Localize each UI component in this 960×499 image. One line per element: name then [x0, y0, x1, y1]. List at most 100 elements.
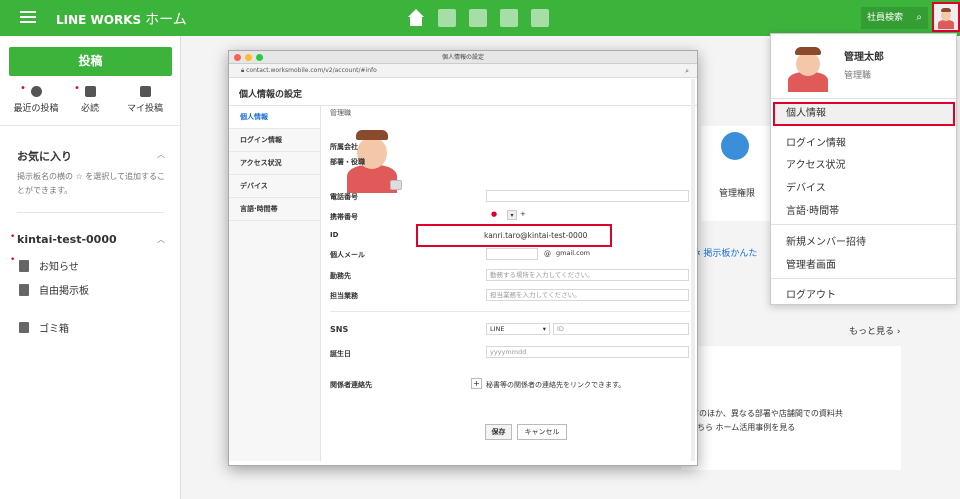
app-nav — [407, 9, 549, 27]
nav-language-timezone[interactable]: 言語·時間帯 — [229, 198, 320, 221]
quick-recent-label: 最近の投稿 — [13, 104, 59, 114]
avatar — [785, 44, 831, 92]
board-icon — [19, 283, 29, 296]
minimize-icon[interactable] — [245, 54, 252, 61]
sns-id-field[interactable]: ID — [553, 323, 689, 335]
contacts-icon[interactable] — [500, 9, 518, 27]
country-code-dropdown[interactable]: ▾ — [507, 210, 517, 220]
board-group-title[interactable]: kintai-test-0000 — [17, 233, 117, 246]
tips-link[interactable]: こちら ホーム活用事例を見る — [689, 422, 795, 433]
board-item-announcements[interactable]: お知らせ — [19, 258, 79, 273]
maximize-icon[interactable] — [256, 54, 263, 61]
email-domain-field[interactable]: gmail.com — [553, 248, 625, 260]
menu-item-device[interactable]: デバイス — [786, 179, 826, 194]
personal-email-local-field[interactable] — [486, 248, 538, 260]
divider — [330, 311, 690, 312]
favorites-description: 掲示板名の横の ☆ を選択して追加することができます。 — [17, 172, 166, 195]
menu-item-login-info[interactable]: ログイン情報 — [786, 134, 846, 149]
chevron-up-icon[interactable]: ︿ — [157, 234, 165, 245]
menu-item-access-status[interactable]: アクセス状況 — [786, 156, 846, 171]
settings-nav: 個人情報 ログイン情報 アクセス状況 デバイス 言語·時間帯 — [229, 106, 321, 461]
profile-settings-window: 個人情報の設定 🔒︎ contact.worksmobile.com/v2/ac… — [228, 50, 698, 466]
employee-search-button[interactable]: 社員検索 ⌕ — [861, 7, 928, 29]
trash-icon — [19, 322, 29, 333]
tips-text: 共有のほか、異なる部署や店舗間での資料共 — [683, 409, 843, 418]
home-icon[interactable] — [407, 9, 425, 27]
menu-icon[interactable] — [20, 11, 36, 23]
unread-dot: • — [10, 232, 16, 242]
related-contacts-label: 関係者連絡先 — [330, 381, 372, 389]
mobile-label: 携帯番号 — [330, 213, 358, 221]
chevron-up-icon[interactable]: ︿ — [157, 149, 165, 160]
cancel-button[interactable]: キャンセル — [517, 424, 567, 440]
birthday-field[interactable]: yyyymmdd — [486, 346, 689, 358]
menu-item-admin-console[interactable]: 管理者画面 — [786, 256, 836, 271]
avatar — [937, 7, 955, 29]
clock-icon — [30, 86, 42, 97]
my-icon — [139, 86, 151, 97]
phone-field[interactable] — [486, 190, 689, 202]
quick-recent[interactable]: • 最近の投稿 — [6, 83, 66, 114]
unread-dot: • — [20, 83, 26, 94]
employee-search-label: 社員検索 — [867, 13, 904, 23]
brand-logo[interactable]: LINE WORKS ホーム — [56, 9, 187, 29]
drive-icon[interactable] — [531, 9, 549, 27]
unread-dot: • — [74, 83, 80, 94]
post-button[interactable]: 投稿 — [9, 47, 172, 76]
unread-dot: • — [10, 255, 16, 265]
board-item-label: お知らせ — [39, 262, 79, 273]
sns-select[interactable]: LINE ▾ — [486, 323, 550, 335]
close-icon[interactable] — [234, 54, 241, 61]
dept-label: 部署・役職 — [330, 158, 365, 166]
menu-item-personal-info[interactable]: 個人情報 — [773, 102, 955, 126]
board-guide-link[interactable]: ✲ 掲示板かんた — [693, 246, 757, 259]
birthday-label: 誕生日 — [330, 350, 351, 358]
admin-card[interactable]: 管理権限 — [701, 126, 775, 221]
address-bar[interactable]: 🔒︎ contact.worksmobile.com/v2/account/#i… — [229, 64, 697, 78]
more-link[interactable]: もっと見る › — [849, 324, 900, 337]
nav-access-status[interactable]: アクセス状況 — [229, 152, 320, 175]
board-icon — [19, 259, 29, 272]
divider — [771, 98, 956, 99]
add-related-contact-button[interactable]: + — [471, 378, 482, 389]
profile-avatar-button[interactable] — [932, 2, 960, 32]
nav-login-info[interactable]: ログイン情報 — [229, 129, 320, 152]
board-item-free[interactable]: 自由掲示板 — [19, 282, 89, 297]
favorites-title: お気に入り — [17, 150, 72, 163]
chevron-down-icon: ▾ — [542, 325, 546, 333]
scrollbar[interactable] — [691, 79, 695, 461]
menu-item-logout[interactable]: ログアウト — [786, 286, 836, 301]
user-role: 管理職 — [844, 71, 872, 81]
chat-icon[interactable] — [438, 9, 456, 27]
board-item-label: ゴミ箱 — [39, 324, 69, 335]
board-item-trash[interactable]: ゴミ箱 — [19, 320, 69, 335]
quick-my-posts[interactable]: マイ投稿 — [115, 86, 175, 114]
duty-field[interactable]: 担当業務を入力してください。 — [486, 289, 689, 301]
tips-card: 共有のほか、異なる部署や店舗間での資料共 こちら ホーム活用事例を見る — [681, 346, 901, 470]
quick-my-posts-label: マイ投稿 — [126, 104, 163, 114]
nav-personal-info[interactable]: 個人情報 — [229, 106, 320, 129]
divider — [771, 278, 956, 279]
quick-required[interactable]: • 必読 — [60, 83, 120, 114]
menu-item-language-timezone[interactable]: 言語·時間帯 — [786, 202, 839, 217]
duty-label: 担当業務 — [330, 292, 358, 300]
gear-icon — [721, 132, 749, 160]
window-title: 個人情報の設定 — [441, 54, 484, 61]
divider — [17, 212, 164, 213]
phone-label: 電話番号 — [330, 193, 358, 201]
camera-icon[interactable] — [390, 180, 402, 190]
profile-menu: 管理太郎 管理職 個人情報 ログイン情報 アクセス状況 デバイス 言語·時間帯 … — [770, 33, 957, 305]
office-field[interactable]: 勤務する場所を入力してください。 — [486, 269, 689, 281]
save-button[interactable]: 保存 — [485, 424, 512, 440]
menu-item-invite-member[interactable]: 新規メンバー招待 — [786, 233, 866, 248]
nav-device[interactable]: デバイス — [229, 175, 320, 198]
at-sign: @ — [544, 250, 551, 258]
lock-icon: 🔒︎ — [241, 67, 245, 74]
flag-icon: ● — [491, 210, 498, 218]
top-bar: LINE WORKS ホーム 社員検索 ⌕ — [0, 0, 960, 36]
search-icon: ⌕ — [916, 12, 922, 23]
board-guide-label: 掲示板かんた — [703, 249, 758, 259]
calendar-icon[interactable] — [469, 9, 487, 27]
role-value: 管理職 — [330, 109, 351, 117]
divider — [771, 224, 956, 225]
